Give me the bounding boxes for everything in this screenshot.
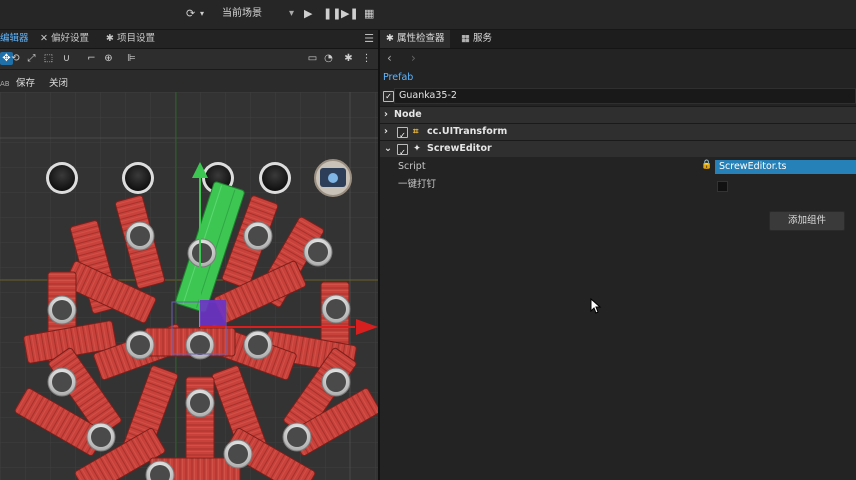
camera-gizmo-icon[interactable]: [314, 159, 352, 197]
transform-component-icon: ⌗: [413, 126, 419, 137]
chevron-down-icon[interactable]: ▾: [200, 7, 204, 21]
one-click-row: 一键打钉: [380, 177, 856, 193]
inspector-tab-bar: ✱ 属性检查器 ▦ 服务: [380, 30, 856, 49]
tab-project-settings-label: 项目设置: [116, 33, 155, 44]
history-nav: ‹ ›: [380, 49, 856, 67]
node-section-label: Node: [394, 109, 422, 120]
close-button[interactable]: 关闭: [49, 76, 68, 92]
scene-select-value: 当前场景: [222, 8, 262, 19]
tab-project-settings[interactable]: ✱ 项目设置: [106, 30, 155, 48]
scene-editor-panel: 编辑器 ✕ 偏好设置 ✱ 项目设置 ☰ ✥ ⟲ ⤢ ⬚ ∪ ⌐ ⊕ ⊫ ▭ ◔ ✱ …: [0, 30, 380, 480]
chevron-down-icon: ▾: [288, 8, 294, 19]
chevron-right-icon: ›: [384, 109, 388, 120]
add-component-button[interactable]: 添加组件: [769, 211, 845, 231]
tools-icon: ✕: [40, 33, 48, 44]
gear-icon: ✱: [106, 33, 114, 44]
back-arrow-icon[interactable]: ‹: [387, 49, 392, 67]
uitransform-header[interactable]: › ✓ ⌗ cc.UITransform: [380, 123, 856, 140]
node-section-header[interactable]: › Node: [380, 106, 856, 123]
tab-preferences-label: 偏好设置: [50, 33, 89, 44]
script-label: Script: [398, 161, 426, 172]
pivot-icon[interactable]: ⌐: [85, 52, 98, 65]
align-icon[interactable]: ⊫: [125, 52, 138, 65]
lock-icon: 🔒: [701, 160, 713, 170]
snap-tool-icon[interactable]: ∪: [60, 52, 73, 65]
scene-select[interactable]: 当前场景 ▾: [218, 5, 296, 23]
tab-preferences[interactable]: ✕ 偏好设置: [40, 30, 89, 48]
chevron-down-icon: ⌄: [384, 143, 392, 154]
local-global-icon[interactable]: ⊕: [102, 52, 115, 65]
settings-icon[interactable]: ✱: [342, 52, 355, 65]
rotate-tool-icon[interactable]: ⟲: [9, 52, 22, 65]
one-click-checkbox[interactable]: [717, 181, 728, 192]
tab-services[interactable]: ▦ 服务: [461, 30, 492, 48]
save-button[interactable]: 保存: [16, 76, 35, 92]
menu-icon[interactable]: ☰: [364, 30, 374, 48]
editor-tab-bar: 编辑器 ✕ 偏好设置 ✱ 项目设置 ☰: [0, 30, 378, 49]
screweditor-enable-checkbox[interactable]: ✓: [397, 144, 408, 157]
prefab-tag: AB: [0, 80, 10, 88]
tab-inspector-label: 属性检查器: [396, 33, 445, 44]
one-click-label: 一键打钉: [398, 179, 437, 190]
scale-tool-icon[interactable]: ⤢: [25, 52, 38, 65]
forward-arrow-icon[interactable]: ›: [411, 49, 416, 67]
step-icon[interactable]: ▶❚: [341, 7, 359, 21]
layout-grid-icon[interactable]: ▦: [364, 7, 374, 21]
chevron-right-icon: ›: [384, 126, 388, 137]
camera-icon[interactable]: ◔: [322, 52, 335, 65]
refresh-icon[interactable]: ⟳: [186, 7, 195, 21]
grid-icon: ▦: [461, 33, 470, 44]
tab-scene-editor[interactable]: 编辑器: [0, 30, 29, 48]
rect-tool-icon[interactable]: ⬚: [42, 52, 55, 65]
view-2d-icon[interactable]: ▭: [306, 52, 319, 65]
tab-inspector[interactable]: ✱ 属性检查器: [380, 30, 451, 48]
uitransform-enable-checkbox[interactable]: ✓: [397, 127, 408, 140]
inspector-panel: ✱ 属性检查器 ▦ 服务 ‹ › Prefab ✓ Guanka35-2 › Nod…: [380, 30, 856, 480]
screweditor-label: ScrewEditor: [427, 143, 492, 154]
pause-icon[interactable]: ❚❚: [323, 7, 341, 21]
play-icon[interactable]: ▶: [304, 7, 312, 21]
node-active-checkbox[interactable]: ✓: [383, 91, 394, 102]
node-name-input[interactable]: Guanka35-2: [394, 88, 856, 104]
prefab-label[interactable]: Prefab: [383, 72, 413, 83]
node-name-row: ✓ Guanka35-2: [380, 87, 856, 105]
gear-icon: ✱: [386, 33, 394, 44]
main-toolbar: ⟳ ▾ 当前场景 ▾ ▶ ❚❚ ▶❚ ▦: [0, 0, 856, 30]
puzzle-icon: ✦: [413, 143, 421, 154]
screweditor-header[interactable]: ⌄ ✓ ✦ ScrewEditor: [380, 140, 856, 157]
uitransform-label: cc.UITransform: [427, 126, 508, 137]
scene-menu-icon[interactable]: ⋮: [360, 52, 373, 65]
mouse-cursor-icon: [590, 298, 602, 314]
script-field[interactable]: ScrewEditor.ts: [715, 160, 856, 174]
scene-canvas[interactable]: [0, 92, 378, 480]
script-row: Script 🔒 ScrewEditor.ts: [380, 159, 856, 175]
scene-toolbar: ✥ ⟲ ⤢ ⬚ ∪ ⌐ ⊕ ⊫ ▭ ◔ ✱ ⋮: [0, 49, 378, 70]
tab-services-label: 服务: [472, 33, 492, 44]
